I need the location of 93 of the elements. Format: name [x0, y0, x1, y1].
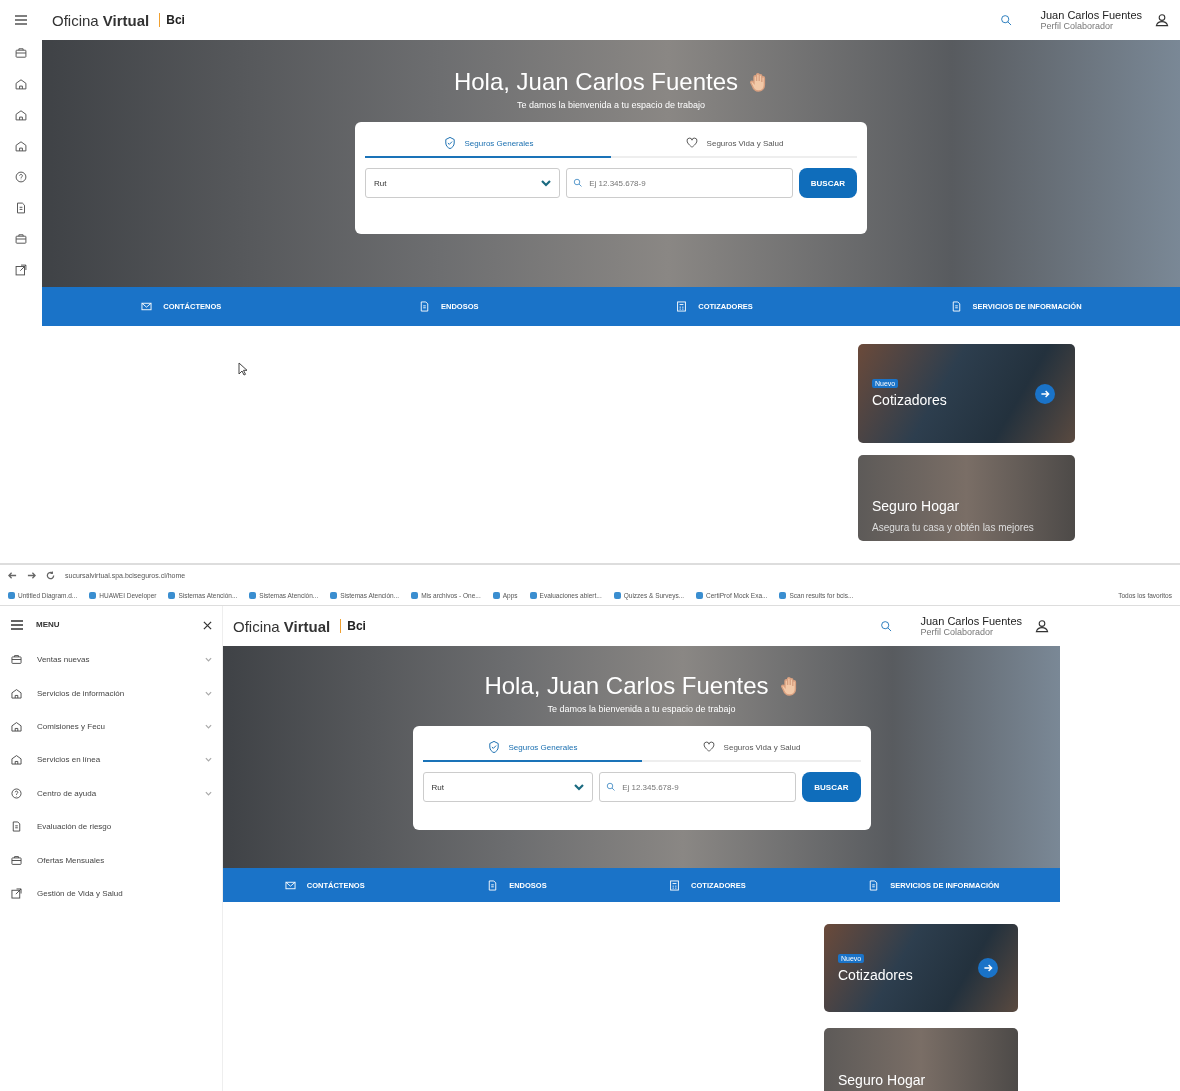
insurance-tab[interactable]: Seguros Generales: [365, 130, 611, 158]
user-icon[interactable]: [1154, 12, 1170, 28]
shield-icon: [486, 740, 501, 754]
select-value: Rut: [431, 782, 444, 792]
search-button[interactable]: BUSCAR: [798, 168, 857, 198]
document-type-select[interactable]: Rut: [365, 168, 561, 198]
reload-icon[interactable]: [46, 570, 55, 580]
rut-search-field[interactable]: Ej 12.345.678-9: [566, 168, 793, 198]
user-role: Perfil Colaborador: [920, 627, 995, 637]
menu-item[interactable]: Ventas nuevas: [0, 643, 222, 677]
insurance-tab[interactable]: Seguros Vida y Salud: [641, 734, 861, 762]
welcome-subtitle: Te damos la bienvenida a tu espacio de trabajo: [547, 704, 736, 714]
briefcase-icon: [14, 46, 28, 60]
user-name: Juan Carlos Fuentes: [920, 615, 1022, 627]
home-icon: [14, 108, 28, 122]
menu-item[interactable]: Comisiones y Fecu: [0, 709, 222, 744]
card-title: Cotizadores: [872, 392, 947, 408]
menu-icon[interactable]: [14, 14, 28, 26]
forward-arrow-icon[interactable]: [27, 570, 36, 580]
search-icon[interactable]: [999, 13, 1013, 27]
people-photo-card[interactable]: Seguro Hogar Asegura tu casa y obtén las mejores: [858, 455, 1075, 541]
help-icon: [14, 170, 28, 184]
brand-name: Oficina Virtual: [52, 11, 150, 29]
user-name: Juan Carlos Fuentes: [1040, 9, 1142, 21]
card-title: Cotizadores: [838, 966, 913, 983]
bookmark-favicon: [696, 591, 704, 599]
hand-icon: [780, 676, 799, 696]
card-title: Seguro Hogar: [838, 1072, 926, 1088]
briefcase-icon: [10, 853, 23, 867]
home-icon: [10, 753, 23, 767]
bookmark-favicon: [613, 591, 621, 599]
document-type-select[interactable]: Rut: [422, 772, 594, 802]
calc-icon: [675, 300, 689, 313]
arrow-right-icon[interactable]: [1035, 384, 1055, 404]
menu-item[interactable]: Ofertas Mensuales: [0, 843, 222, 877]
insurance-tab[interactable]: Seguros Generales: [422, 734, 642, 762]
logo: Bci: [340, 619, 366, 633]
doc-icon: [14, 201, 28, 215]
menu-item[interactable]: Servicios de información: [0, 676, 222, 710]
card-description: Asegura tu casa y obtén las mejores: [872, 522, 1035, 533]
external-icon: [10, 886, 23, 900]
bookmark-favicon: [330, 591, 338, 599]
bookmark-favicon: [168, 591, 176, 599]
card-title: Seguro Hogar: [872, 498, 960, 514]
brand-name: Oficina Virtual: [233, 617, 331, 635]
home-icon: [10, 719, 23, 733]
bookmark-favicon: [492, 591, 500, 599]
menu-item[interactable]: Servicios en línea: [0, 743, 222, 777]
bookmark-favicon: [411, 591, 419, 599]
briefcase-icon: [14, 232, 28, 246]
search-icon[interactable]: [879, 619, 893, 633]
bookmark-favicon: [8, 591, 15, 599]
menu-item[interactable]: Gestión de Vida y Salud: [0, 876, 222, 911]
help-icon: [10, 786, 23, 800]
bookmark-favicon: [779, 591, 787, 599]
menu-item[interactable]: Centro de ayuda: [0, 776, 222, 810]
greeting: Hola, Juan Carlos Fuentes: [453, 68, 739, 96]
mouse-pointer-icon: [238, 362, 248, 376]
menu-item[interactable]: Evaluación de riesgo: [0, 809, 222, 844]
home-icon: [14, 139, 28, 153]
home-icon: [10, 686, 23, 700]
user-icon[interactable]: [1034, 618, 1050, 634]
search-icon: [573, 178, 584, 188]
bookmark-favicon: [529, 591, 537, 599]
home-icon: [14, 77, 28, 91]
bookmark-favicon: [249, 591, 257, 599]
menu-icon[interactable]: [10, 618, 24, 631]
insurance-tab[interactable]: Seguros Vida y Salud: [611, 130, 857, 158]
greeting: Hola, Juan Carlos Fuentes: [484, 672, 769, 700]
menu-title: MENU: [36, 620, 60, 629]
heart-icon: [701, 740, 716, 754]
mail-icon: [140, 300, 154, 313]
user-role: Perfil Colaborador: [1040, 21, 1115, 31]
external-icon: [14, 263, 28, 277]
calc-icon: [668, 878, 682, 892]
people-photo-card[interactable]: Seguro Hogar: [824, 1028, 1018, 1091]
chevron-down-icon[interactable]: [574, 783, 585, 791]
briefcase-icon: [10, 653, 23, 667]
select-value: Rut: [374, 178, 387, 188]
search-icon: [606, 782, 617, 792]
close-icon: [203, 620, 212, 630]
bookmark-favicon: [89, 591, 97, 599]
arrow-right-icon[interactable]: [978, 958, 998, 978]
rut-search-field[interactable]: Ej 12.345.678-9: [599, 772, 797, 802]
doc-icon: [10, 820, 23, 834]
heart-icon: [684, 136, 699, 150]
search-button[interactable]: BUSCAR: [802, 772, 861, 802]
logo: Bci: [159, 13, 185, 27]
chevron-down-icon[interactable]: [541, 179, 552, 187]
welcome-subtitle: Te damos la bienvenida a tu espacio de trabajo: [516, 100, 706, 110]
doc-icon: [418, 300, 431, 313]
back-arrow-icon[interactable]: [8, 570, 17, 580]
shield-icon: [442, 136, 457, 150]
